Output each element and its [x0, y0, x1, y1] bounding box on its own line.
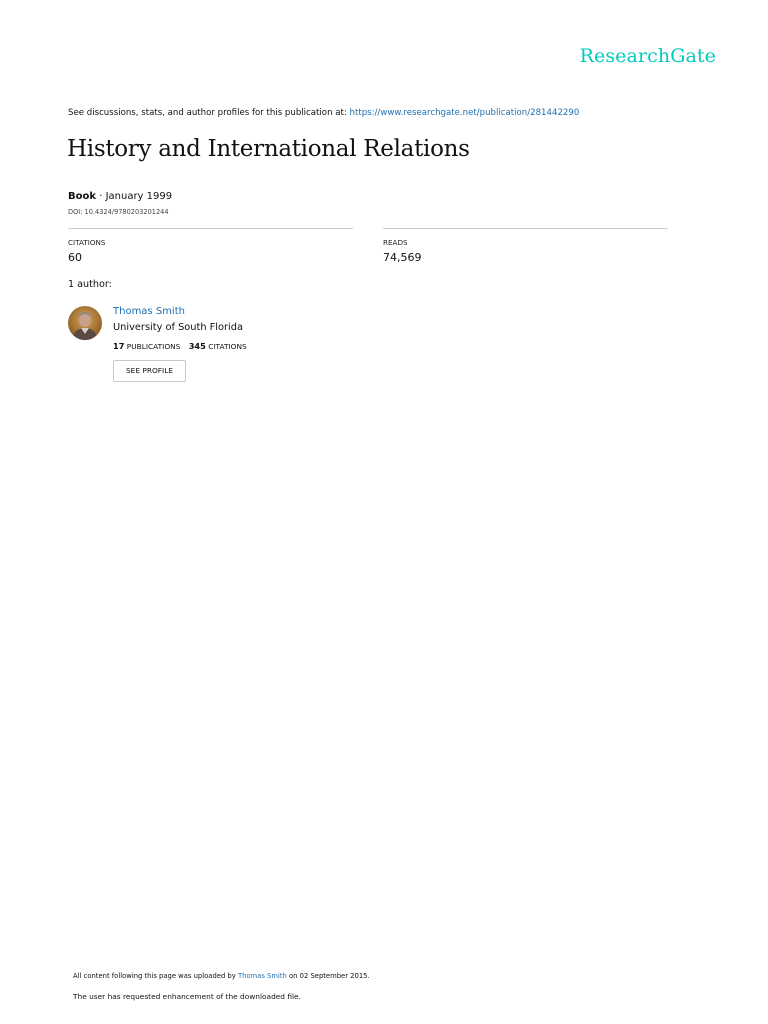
author-citations-count: 345: [188, 341, 206, 351]
upload-notice: All content following this page was uplo…: [73, 972, 370, 980]
author-name-link[interactable]: Thomas Smith: [113, 306, 185, 317]
author-avatar[interactable]: [68, 306, 102, 340]
author-publications-count: 17: [113, 341, 125, 351]
reads-stat: READS 74,569: [383, 228, 668, 264]
publication-meta: Book · January 1999: [68, 191, 172, 202]
meta-separator: ·: [96, 191, 106, 202]
publication-title: History and International Relations: [67, 136, 470, 162]
researchgate-logo[interactable]: ResearchGate: [580, 45, 716, 67]
reads-value: 74,569: [383, 251, 422, 264]
profiles-notice-text: See discussions, stats, and author profi…: [68, 108, 347, 118]
citations-value: 60: [68, 251, 82, 264]
uploader-link[interactable]: Thomas Smith: [238, 972, 287, 980]
author-institution: University of South Florida: [113, 322, 244, 333]
publication-date: January 1999: [105, 191, 173, 202]
citations-label: CITATIONS: [68, 238, 106, 247]
author-count: 1 author:: [68, 279, 112, 290]
enhancement-note: The user has requested enhancement of th…: [73, 992, 301, 1001]
author-citations-label: CITATIONS: [208, 342, 247, 351]
publication-type: Book: [68, 191, 97, 202]
author-photo-icon: [68, 306, 102, 340]
see-profile-button[interactable]: SEE PROFILE: [113, 360, 186, 382]
publication-doi: DOI: 10.4324/9780203201244: [68, 208, 169, 216]
upload-prefix: All content following this page was uplo…: [73, 972, 236, 980]
upload-suffix: on 02 September 2015.: [289, 972, 370, 980]
author-stats: 17 PUBLICATIONS 345 CITATIONS: [113, 341, 247, 351]
author-publications-label: PUBLICATIONS: [126, 342, 181, 351]
reads-label: READS: [383, 238, 408, 247]
profiles-notice: See discussions, stats, and author profi…: [68, 108, 579, 118]
citations-stat: CITATIONS 60: [68, 228, 353, 264]
publication-url-link[interactable]: https://www.researchgate.net/publication…: [350, 108, 580, 118]
